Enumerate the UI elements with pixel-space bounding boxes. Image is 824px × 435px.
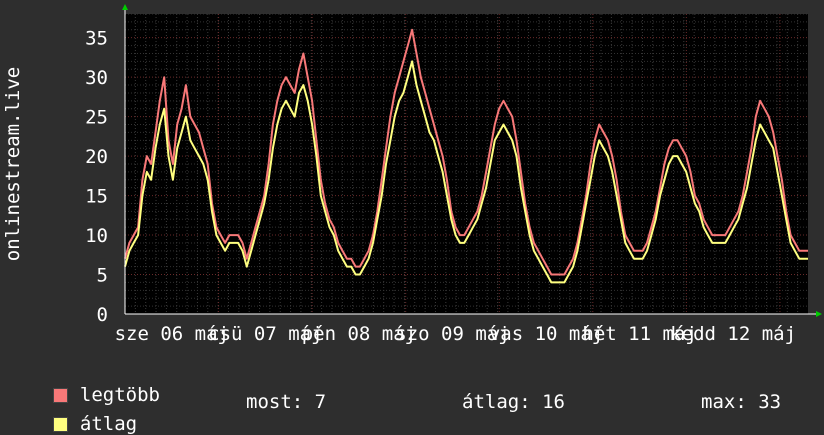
y-axis-label: onlinestream.live [2, 67, 24, 261]
y-tick-label: 20 [85, 146, 108, 168]
x-tick-label: kedd 12 máj [670, 323, 796, 345]
stat-avg: átlag: 16 [462, 391, 565, 413]
y-tick-label: 35 [85, 28, 108, 50]
x-axis-arrow-icon [816, 311, 822, 317]
y-tick-label: 5 [97, 265, 108, 287]
y-tick-label: 10 [85, 225, 108, 247]
legend-item-avg: átlag [30, 391, 137, 435]
stat-now: most: 7 [246, 391, 327, 413]
y-axis-arrow-icon [122, 4, 128, 10]
y-tick-label: 0 [97, 304, 108, 326]
stat-max: max: 33 [701, 391, 782, 413]
y-tick-label: 30 [85, 67, 108, 89]
legend-label-avg: átlag [79, 413, 138, 435]
y-tick-label: 15 [85, 186, 108, 208]
y-tick-label: 25 [85, 107, 108, 129]
